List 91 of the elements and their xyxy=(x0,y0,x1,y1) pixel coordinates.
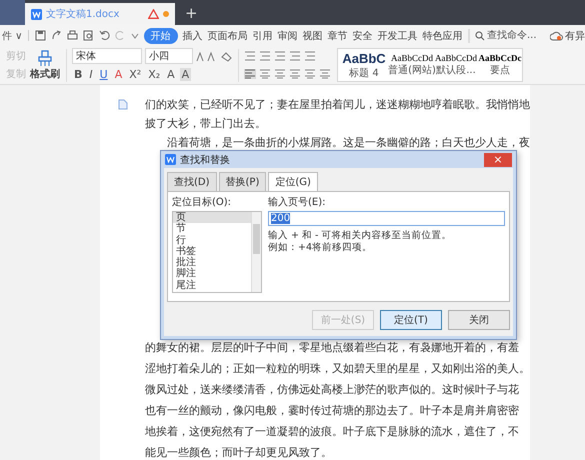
ribbon-tab[interactable]: 安全 xyxy=(352,28,372,42)
new-tab-button[interactable]: + xyxy=(175,4,208,22)
paragraph-icon[interactable] xyxy=(118,99,128,110)
dialog-tab[interactable]: 查找(D) xyxy=(167,172,217,191)
dialog-tab[interactable]: 替换(P) xyxy=(218,172,266,191)
document-text-line: 微风过处，送来缕缕清香，仿佛远处高楼上渺茫的歌声似的。这时候叶子与花 xyxy=(145,382,520,398)
document-text-line: 也有一丝的颤动，像闪电般，霎时传过荷塘的那边去了。叶子本是肩并肩密密 xyxy=(145,403,520,419)
target-item[interactable]: 行 xyxy=(173,234,251,246)
document-text-line: 披了大衫，带上门出去。 xyxy=(145,116,267,132)
list-icon[interactable] xyxy=(244,51,256,61)
document-text-line: 涩地打着朵儿的；正如一粒粒的明珠，又如碧天里的星星，又如刚出浴的美人。 xyxy=(145,361,530,377)
hint-text: 输入 + 和 - 可将相关内容移至当前位置。 xyxy=(268,230,452,242)
print-icon[interactable] xyxy=(66,30,78,41)
ribbon-tab[interactable]: 页面布局 xyxy=(208,28,248,42)
unsaved-dot-icon xyxy=(163,11,169,17)
style-preview: AaBbCcDd xyxy=(391,53,433,63)
target-item[interactable]: 书签 xyxy=(173,246,251,258)
target-list[interactable]: 页 节 行 书签 批注 脚注 尾注 xyxy=(172,211,262,293)
warning-icon xyxy=(148,9,159,19)
style-preset[interactable]: AaBbCcDc 要点 xyxy=(478,49,522,81)
style-preview: AaBbCcDd xyxy=(435,53,477,63)
file-menu[interactable]: 件 ∨ xyxy=(2,28,22,42)
ribbon-tab[interactable]: 章节 xyxy=(328,28,348,42)
style-preview: AaBbC xyxy=(342,50,386,66)
ribbon-tab[interactable]: 插入 xyxy=(182,28,202,42)
font-format-button[interactable]: I xyxy=(87,68,95,80)
search-icon xyxy=(475,30,485,40)
dialog-title: 查找和替换 xyxy=(180,154,231,166)
save-icon[interactable] xyxy=(34,30,46,41)
style-preset[interactable]: AaBbCcDd 普通(网站) xyxy=(390,49,434,81)
style-name: 默认段... xyxy=(436,64,476,77)
dialog-tab[interactable]: 定位(G) xyxy=(268,172,318,191)
font-format-button[interactable]: X₂ xyxy=(146,68,162,80)
cloud-status-label[interactable]: 有异 xyxy=(565,28,585,42)
align-left-icon[interactable] xyxy=(244,69,256,79)
font-format-button[interactable]: X² xyxy=(127,68,144,80)
align-icon[interactable] xyxy=(274,69,286,79)
target-item[interactable]: 批注 xyxy=(173,257,251,268)
style-preset[interactable]: AaBbCcDd 默认段... xyxy=(434,49,478,81)
undo-icon[interactable] xyxy=(98,30,110,41)
list-icon[interactable] xyxy=(259,51,271,61)
ribbon-tab[interactable]: 审阅 xyxy=(278,28,298,42)
style-name: 标题 4 xyxy=(349,66,379,80)
document-text-line: 地挨着，这便宛然有了一道凝碧的波痕。叶子底下是脉脉的流水，遮住了，不 xyxy=(145,424,520,440)
ribbon-tab[interactable]: 开发工具 xyxy=(378,28,418,42)
app-icon xyxy=(165,154,176,165)
font-size-select[interactable]: 小四 xyxy=(145,48,193,64)
close-button[interactable]: × xyxy=(484,152,512,166)
list-icon[interactable] xyxy=(289,51,301,61)
style-name: 普通(网站) xyxy=(388,64,436,77)
document-text-line: 能见一些颜色；而叶子却更见风致了。 xyxy=(145,445,333,460)
ribbon-tab[interactable]: 引用 xyxy=(252,28,272,42)
cloud-icon[interactable] xyxy=(550,30,563,40)
target-item[interactable]: 页 xyxy=(173,212,251,224)
font-format-button[interactable]: A xyxy=(180,68,192,80)
brush-icon[interactable] xyxy=(37,50,53,66)
print-preview-icon[interactable] xyxy=(82,30,94,41)
ribbon-tab[interactable]: 特色应用 xyxy=(422,28,462,42)
list-icon[interactable] xyxy=(304,51,316,61)
document-text-line: 沿着荷塘，是一条曲折的小煤屑路。这是一条幽僻的路；白天也少人走，夜 xyxy=(166,135,530,151)
document-icon xyxy=(31,8,42,20)
font-format-button[interactable]: U xyxy=(98,68,110,80)
scrollbar[interactable] xyxy=(251,212,261,292)
align-icon[interactable] xyxy=(289,69,301,79)
hint-text: 例如：+4将前移四项。 xyxy=(268,242,374,254)
document-title: 文字文稿1.docx xyxy=(46,8,120,21)
font-format-button[interactable]: B xyxy=(72,68,84,80)
font-format-button[interactable]: A xyxy=(165,68,177,80)
list-icon[interactable] xyxy=(274,51,286,61)
format-painter-button[interactable]: 格式刷 xyxy=(30,66,60,80)
style-preview: AaBbCcDc xyxy=(478,53,522,63)
target-item[interactable]: 脚注 xyxy=(173,268,251,280)
page-number-label: 输入页号(E): xyxy=(268,196,326,209)
target-label: 定位目标(O): xyxy=(172,196,232,209)
align-icon[interactable] xyxy=(259,69,271,79)
ribbon-tab[interactable]: 开始 xyxy=(144,28,178,44)
page-number-field[interactable]: 200 xyxy=(268,211,505,226)
command-search[interactable]: 查找命令... xyxy=(475,30,541,41)
align-icon[interactable] xyxy=(304,69,316,79)
export-icon[interactable] xyxy=(50,30,62,41)
document-text-line: 的舞女的裙。层层的叶子中间，零星地点缀着些白花，有袅娜地开着的，有羞 xyxy=(145,340,520,356)
style-name: 要点 xyxy=(490,64,510,77)
target-item[interactable]: 尾注 xyxy=(173,280,251,292)
target-item[interactable]: 节 xyxy=(173,223,251,235)
align-icon[interactable] xyxy=(319,69,331,79)
document-text-line: 们的欢笑，已经听不见了；妻在屋里拍着闰儿，迷迷糊糊地哼着眠歌。我悄悄地 xyxy=(145,97,530,113)
ribbon-tab[interactable]: 视图 xyxy=(302,28,322,42)
dialog-button[interactable]: 关闭 xyxy=(448,310,510,330)
dialog-button[interactable]: 定位(T) xyxy=(380,310,442,330)
font-name-select[interactable]: 宋体 xyxy=(72,48,142,64)
font-format-button[interactable]: A xyxy=(112,68,124,80)
